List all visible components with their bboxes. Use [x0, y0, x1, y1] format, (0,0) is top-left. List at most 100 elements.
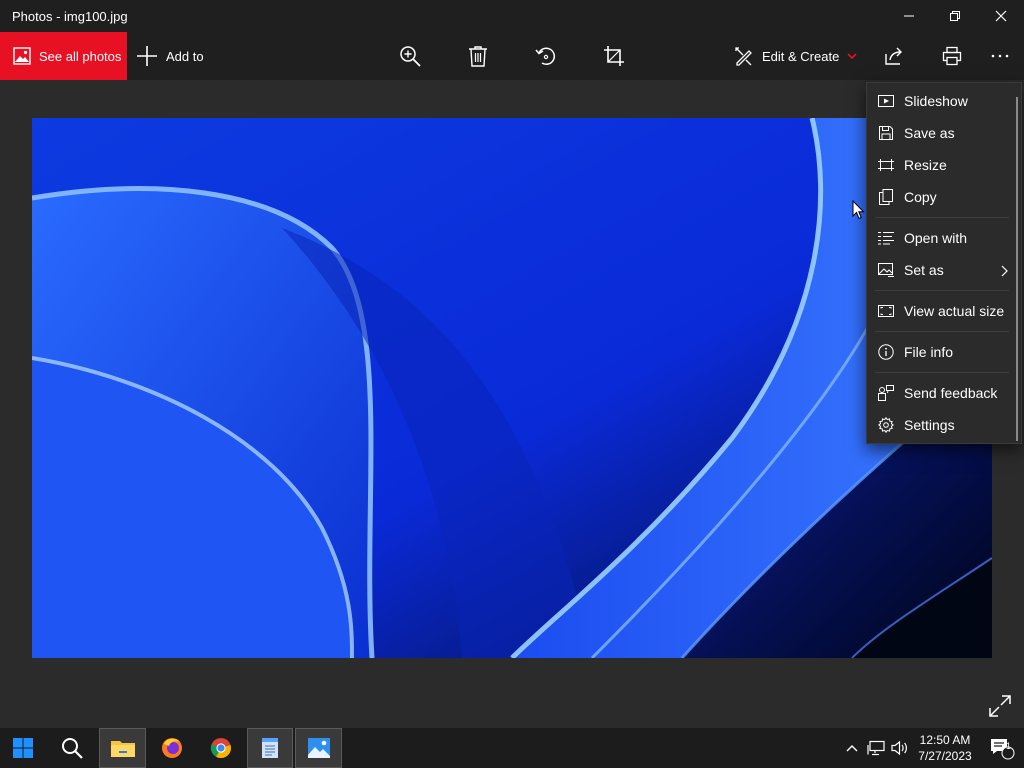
copy-icon — [877, 188, 895, 206]
mouse-cursor-icon — [852, 200, 865, 220]
see-all-photos-button[interactable]: See all photos — [0, 32, 127, 80]
fullscreen-icon[interactable] — [986, 692, 1014, 720]
taskbar-notepad[interactable] — [247, 728, 293, 768]
search-icon — [62, 738, 83, 759]
menu-item-open-with[interactable]: Open with — [867, 223, 1015, 253]
start-icon — [13, 738, 33, 758]
menu-item-send-feedback[interactable]: Send feedback — [867, 378, 1015, 408]
more-button[interactable] — [980, 32, 1020, 80]
photo-image[interactable] — [32, 118, 992, 658]
restore-icon — [950, 11, 960, 21]
gear-icon — [877, 416, 895, 434]
menu-item-label: Settings — [904, 417, 955, 433]
delete-button[interactable] — [458, 32, 498, 80]
share-button[interactable] — [874, 32, 914, 80]
edit-create-button[interactable]: Edit & Create — [734, 32, 857, 80]
menu-item-resize[interactable]: Resize — [867, 150, 1015, 180]
feedback-icon — [877, 384, 895, 402]
photos-icon — [307, 738, 330, 758]
add-to-button[interactable]: Add to — [136, 32, 204, 80]
menu-item-label: File info — [904, 344, 954, 360]
save-icon — [877, 124, 895, 142]
close-button[interactable] — [978, 0, 1024, 32]
print-icon — [942, 46, 962, 66]
plus-icon — [137, 46, 157, 66]
info-icon — [877, 343, 895, 361]
taskbar-chrome[interactable] — [199, 728, 243, 768]
more-icon — [991, 54, 1009, 58]
crop-icon — [604, 46, 624, 66]
resize-icon — [877, 156, 895, 174]
menu-item-label: Resize — [904, 157, 947, 173]
menu-item-copy[interactable]: Copy — [867, 182, 1015, 212]
notepad-icon — [262, 738, 278, 758]
menu-item-set-as[interactable]: Set as — [867, 255, 1015, 285]
add-to-label: Add to — [166, 48, 204, 64]
more-options-menu: Slideshow Save as Resize Copy Open with … — [866, 82, 1022, 444]
network-button[interactable] — [864, 728, 888, 768]
window-title: Photos - img100.jpg — [12, 9, 128, 24]
volume-icon — [891, 740, 907, 756]
firefox-icon — [162, 738, 182, 758]
rotate-icon — [535, 47, 555, 66]
share-icon — [885, 47, 902, 65]
zoom-in-icon — [400, 46, 421, 67]
menu-item-label: Open with — [904, 230, 968, 246]
actual-size-icon — [877, 302, 895, 320]
menu-item-label: Set as — [904, 262, 944, 278]
restore-button[interactable] — [932, 0, 978, 32]
taskbar-file-explorer[interactable] — [99, 728, 146, 768]
toolbar: See all photos Add to Edit & Create — [0, 32, 1024, 80]
set-as-icon — [877, 261, 895, 279]
minimize-button[interactable] — [886, 0, 932, 32]
see-all-photos-label: See all photos — [39, 48, 122, 64]
edit-create-icon — [735, 47, 752, 66]
print-button[interactable] — [932, 32, 972, 80]
menu-separator — [875, 217, 1009, 218]
menu-item-label: Save as — [904, 125, 955, 141]
notification-center-button[interactable]: 1 — [982, 728, 1022, 768]
crop-button[interactable] — [594, 32, 634, 80]
zoom-button[interactable] — [390, 32, 430, 80]
slideshow-icon — [877, 92, 895, 110]
wallpaper-image — [32, 118, 992, 658]
file-explorer-icon — [110, 741, 135, 757]
menu-scrollbar[interactable] — [1016, 97, 1018, 441]
menu-item-label: Send feedback — [904, 385, 998, 401]
photos-app-icon — [13, 47, 31, 65]
title-bar: Photos - img100.jpg — [0, 0, 1024, 32]
chevron-right-icon — [1001, 265, 1008, 277]
menu-item-label: View actual size — [904, 303, 1005, 319]
menu-item-settings[interactable]: Settings — [867, 410, 1015, 440]
volume-button[interactable] — [888, 728, 912, 768]
open-with-icon — [877, 229, 895, 247]
notification-count: 1 — [1005, 741, 1011, 751]
menu-separator — [875, 290, 1009, 291]
menu-item-label: Slideshow — [904, 93, 968, 109]
delete-icon — [469, 46, 487, 67]
chrome-icon — [210, 738, 231, 759]
menu-separator — [875, 331, 1009, 332]
menu-item-label: Copy — [904, 189, 937, 205]
taskbar: 12:50 AM 7/27/2023 1 — [0, 728, 1024, 768]
chevron-up-icon — [846, 745, 858, 752]
menu-item-view-actual-size[interactable]: View actual size — [867, 296, 1015, 326]
start-button[interactable] — [0, 728, 46, 768]
search-button[interactable] — [48, 728, 96, 768]
edit-create-label: Edit & Create — [762, 48, 840, 64]
rotate-button[interactable] — [526, 32, 566, 80]
network-icon — [867, 740, 885, 756]
taskbar-photos[interactable] — [295, 728, 342, 768]
clock-date: 7/27/2023 — [918, 749, 972, 763]
menu-item-save-as[interactable]: Save as — [867, 118, 1015, 148]
minimize-icon — [904, 15, 914, 17]
menu-item-slideshow[interactable]: Slideshow — [867, 86, 1015, 116]
menu-item-file-info[interactable]: File info — [867, 337, 1015, 367]
show-hidden-icons-button[interactable] — [842, 728, 862, 768]
taskbar-clock[interactable]: 12:50 AM 7/27/2023 — [912, 732, 978, 764]
close-icon — [995, 10, 1007, 22]
menu-separator — [875, 372, 1009, 373]
chevron-down-icon — [847, 53, 857, 60]
clock-time: 12:50 AM — [919, 733, 971, 747]
taskbar-firefox[interactable] — [150, 728, 194, 768]
